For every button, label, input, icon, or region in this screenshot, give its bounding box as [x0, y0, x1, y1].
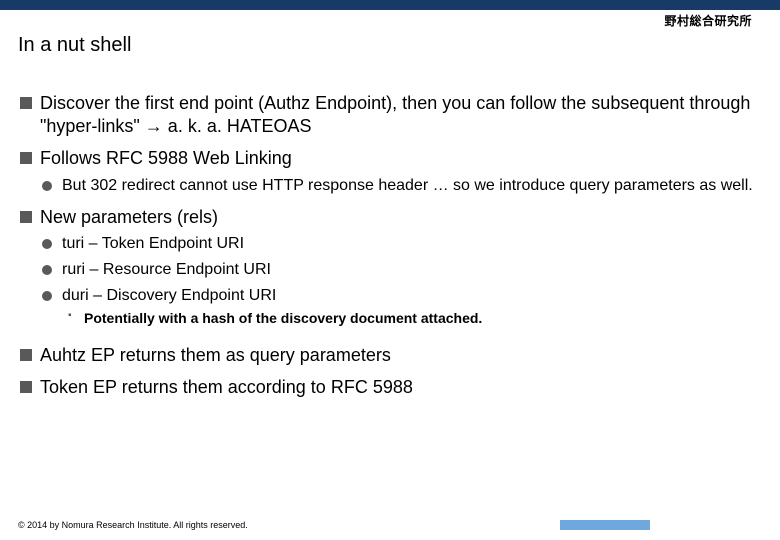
bullet-level2: turi – Token Endpoint URI: [42, 234, 760, 254]
bullet-level1: Auhtz EP returns them as query parameter…: [20, 344, 760, 367]
footer-accent-bar: [560, 520, 650, 530]
bullet-level1: Discover the first end point (Authz Endp…: [20, 92, 760, 137]
slide-title: In a nut shell: [18, 34, 131, 57]
bullet-level1: New parameters (rels): [20, 206, 760, 229]
bullet-level2: duri – Discovery Endpoint URI: [42, 286, 760, 306]
bullet-level3: Potentially with a hash of the discovery…: [68, 310, 760, 328]
company-logo-text: 野村総合研究所: [664, 12, 752, 29]
copyright-footer: © 2014 by Nomura Research Institute. All…: [18, 520, 248, 530]
slide-content: Discover the first end point (Authz Endp…: [20, 82, 760, 399]
top-accent-bar: [0, 0, 780, 10]
bullet-level1: Token EP returns them according to RFC 5…: [20, 376, 760, 399]
bullet-level2: But 302 redirect cannot use HTTP respons…: [42, 176, 760, 196]
bullet-level1: Follows RFC 5988 Web Linking: [20, 147, 760, 170]
bullet-level2: ruri – Resource Endpoint URI: [42, 260, 760, 280]
